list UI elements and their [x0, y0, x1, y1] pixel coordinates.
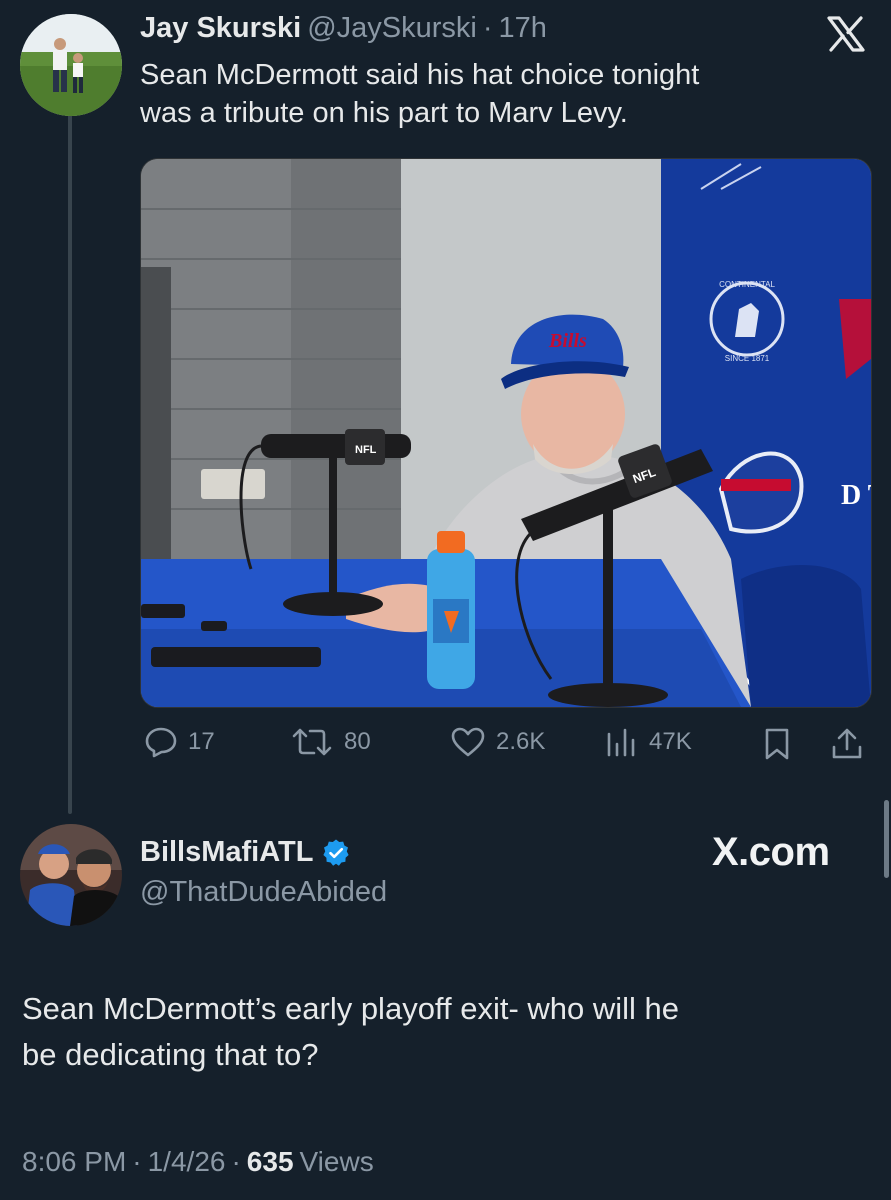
- heart-icon: [451, 727, 485, 757]
- reply-text-line-1: Sean McDermott’s early playoff exit- who…: [22, 991, 680, 1026]
- reply-views-label: Views: [299, 1146, 374, 1177]
- reply-time[interactable]: 8:06 PM: [22, 1146, 126, 1178]
- views-chart-icon: [607, 728, 635, 757]
- author-name[interactable]: Jay Skurski: [140, 12, 301, 45]
- reply-icon: [145, 727, 177, 758]
- meta-separator: ·: [132, 1146, 142, 1177]
- reply-views-count: 635: [246, 1146, 294, 1177]
- separator: ·: [482, 12, 493, 44]
- seal-bottom-text: SINCE 1871: [725, 354, 770, 363]
- reply-author-handle[interactable]: @ThatDudeAbided: [140, 876, 387, 909]
- views-action[interactable]: 47K: [605, 726, 692, 758]
- backdrop-letters: D T: [841, 480, 871, 511]
- hat-logo-text: Bills: [548, 330, 587, 352]
- press-conference-photo: CONTINENTAL SINCE 1871 D T NN Bills NFL: [141, 159, 871, 707]
- quoted-tweet-text-line-1: Sean McDermott said his hat choice tonig…: [140, 59, 700, 91]
- mic-flag-text-left: NFL: [355, 444, 377, 456]
- meta-separator: ·: [231, 1146, 241, 1177]
- bookmark-icon[interactable]: [762, 727, 792, 766]
- like-count: 2.6K: [496, 728, 546, 755]
- reply-author-name[interactable]: BillsMafiATL: [140, 836, 313, 869]
- x-logo-icon[interactable]: [826, 16, 866, 52]
- seal-top-text: CONTINENTAL: [719, 280, 775, 289]
- views-count: 47K: [649, 728, 692, 755]
- avatar-jay-skurski[interactable]: [20, 14, 122, 116]
- thread-line: [68, 112, 72, 814]
- repost-count: 80: [344, 728, 371, 755]
- reply-count: 17: [188, 728, 215, 755]
- avatar-billsmafiatl[interactable]: [20, 824, 122, 926]
- reply-text-line-2: be dedicating that to?: [22, 1037, 319, 1072]
- repost-icon: [292, 728, 332, 756]
- tweet-photo[interactable]: CONTINENTAL SINCE 1871 D T NN Bills NFL: [140, 158, 872, 708]
- tweet-time[interactable]: 17h: [499, 12, 547, 45]
- reply-action[interactable]: 17: [144, 726, 215, 758]
- repost-action[interactable]: 80: [290, 726, 371, 758]
- reply-meta-row: 8:06 PM · 1/4/26 · 635 Views: [22, 1146, 374, 1178]
- quoted-tweet-header: Jay Skurski @JaySkurski · 17h: [140, 12, 547, 46]
- share-icon[interactable]: [830, 727, 864, 766]
- author-handle[interactable]: @JaySkurski: [307, 12, 477, 45]
- verified-badge-icon: [321, 838, 351, 868]
- quoted-tweet-text: Sean McDermott said his hat choice tonig…: [140, 56, 860, 132]
- reply-author-row: BillsMafiATL: [140, 836, 351, 869]
- like-action[interactable]: 2.6K: [450, 726, 545, 758]
- quoted-tweet-text-line-2: was a tribute on his part to Marv Levy.: [140, 97, 628, 129]
- reply-text: Sean McDermott’s early playoff exit- who…: [22, 986, 882, 1078]
- scrollbar[interactable]: [884, 800, 889, 878]
- xcom-brand: X.com: [712, 830, 830, 874]
- reply-date[interactable]: 1/4/26: [148, 1146, 226, 1178]
